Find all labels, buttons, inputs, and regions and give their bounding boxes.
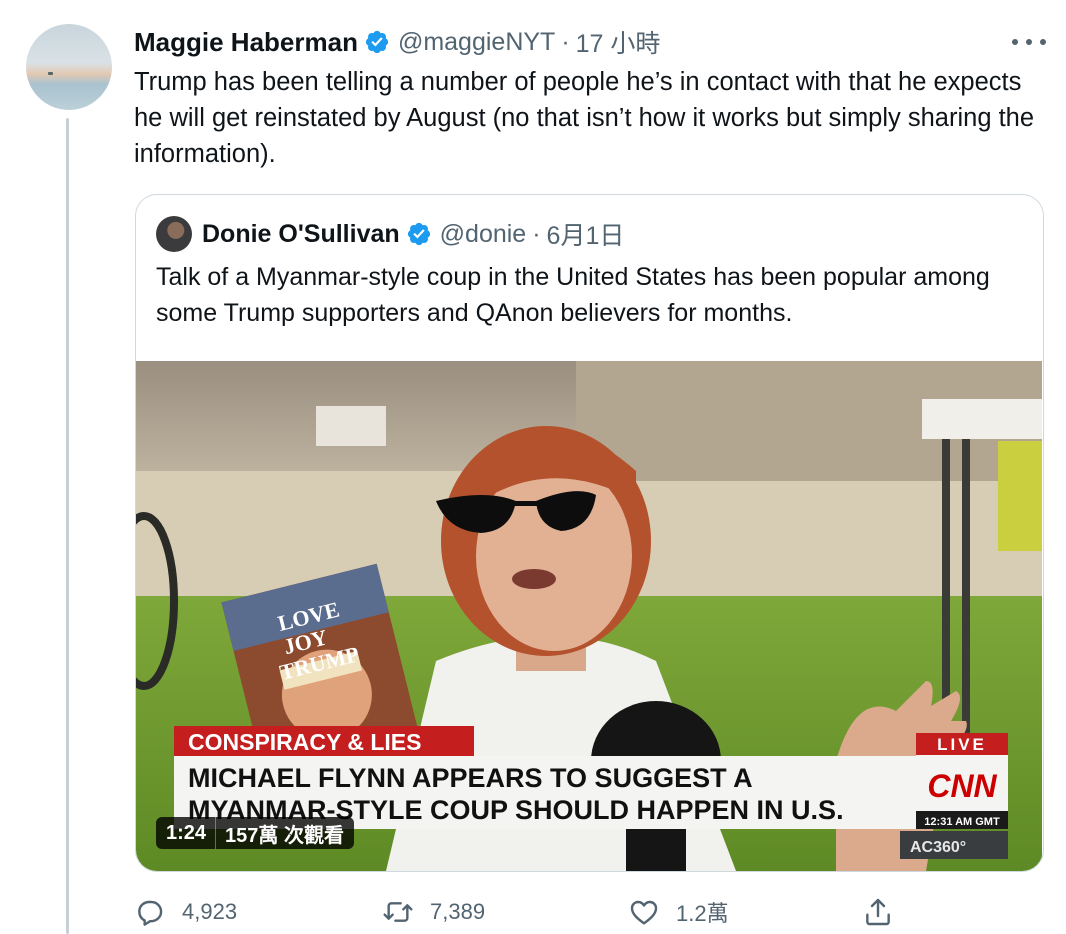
tweet-timestamp[interactable]: 17 小時 <box>576 24 661 60</box>
tweet-text: Trump has been telling a number of peopl… <box>134 68 1035 168</box>
cnn-logo: CNN <box>927 768 997 804</box>
quoted-author-name[interactable]: Donie O'Sullivan <box>202 220 400 249</box>
thread-connector-line <box>66 118 69 934</box>
quoted-author-avatar[interactable] <box>156 216 192 252</box>
quoted-header-separator: · <box>532 219 541 248</box>
quoted-tweet-card[interactable]: Donie O'Sullivan @donie · 6月1日 Talk of a… <box>135 194 1044 872</box>
tweet-header: Maggie Haberman @maggieNYT · 17 小時 <box>134 24 661 60</box>
retweet-icon <box>383 902 413 922</box>
share-icon <box>866 898 890 926</box>
author-handle[interactable]: @maggieNYT <box>398 28 555 57</box>
like-button[interactable]: 1.2萬 <box>628 892 729 932</box>
video-player[interactable]: LOVE JOY TRUMP CONSPIRACY & LIES MICHAEL… <box>136 361 1042 871</box>
chyron-kicker: CONSPIRACY & LIES <box>188 729 421 755</box>
author-name[interactable]: Maggie Haberman <box>134 27 358 58</box>
quoted-tweet-timestamp[interactable]: 6月1日 <box>547 216 625 252</box>
chyron-headline-line-1: MICHAEL FLYNN APPEARS TO SUGGEST A <box>188 763 753 793</box>
quoted-tweet-header: Donie O'Sullivan @donie · 6月1日 <box>156 216 625 252</box>
retweet-button[interactable]: 7,389 <box>382 892 485 932</box>
verified-badge-icon <box>407 222 430 246</box>
like-icon <box>630 900 658 925</box>
share-button[interactable] <box>862 892 910 932</box>
reply-button[interactable]: 4,923 <box>134 892 237 932</box>
more-options-icon[interactable] <box>1012 30 1046 54</box>
header-separator: · <box>561 27 570 56</box>
verified-badge-icon <box>365 30 389 54</box>
video-frame: LOVE JOY TRUMP CONSPIRACY & LIES MICHAEL… <box>136 361 1042 871</box>
show-name: AC360° <box>910 839 966 856</box>
video-view-count: 157萬 次觀看 <box>225 824 344 847</box>
reply-count: 4,923 <box>182 899 238 924</box>
reply-icon <box>138 900 163 926</box>
retweet-count: 7,389 <box>430 899 486 924</box>
broadcast-clock: 12:31 AM GMT <box>924 816 1000 828</box>
tweet-action-bar: 4,923 7,389 1.2萬 <box>134 892 1046 932</box>
quoted-tweet-text: Talk of a Myanmar-style coup in the Unit… <box>156 263 990 327</box>
video-stats-overlay: 1:24 157萬 次觀看 <box>156 817 354 849</box>
author-avatar[interactable] <box>26 24 112 110</box>
like-count: 1.2萬 <box>676 901 729 926</box>
video-duration: 1:24 <box>166 821 207 844</box>
quoted-author-handle[interactable]: @donie <box>440 220 527 249</box>
live-label: LIVE <box>937 735 987 754</box>
